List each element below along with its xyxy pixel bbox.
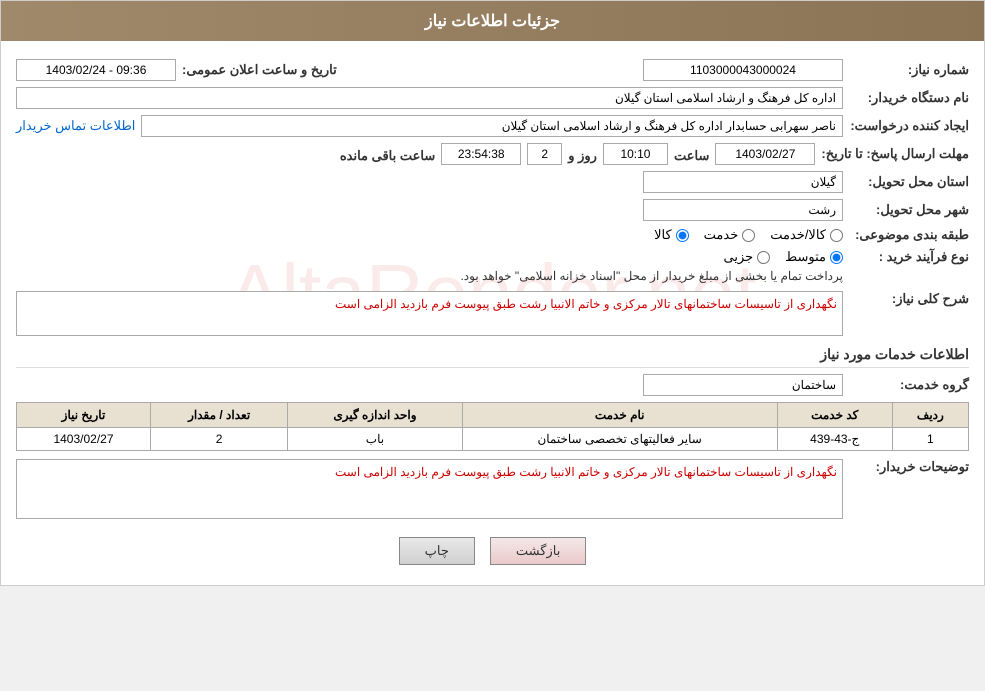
category-label-kala: کالا — [654, 227, 672, 243]
deadline-time: 10:10 — [603, 143, 668, 165]
purchase-type-option-motavasset[interactable]: متوسط — [785, 249, 843, 265]
purchase-type-label-motavasset: متوسط — [785, 249, 826, 265]
deadline-days-label: روز و — [568, 145, 597, 164]
purchase-type-radio-jozi[interactable] — [757, 251, 770, 264]
category-option-kala-khedmat[interactable]: کالا/خدمت — [770, 227, 843, 243]
creator-value: ناصر سهرابی حسابدار اداره کل فرهنگ و ارش… — [141, 115, 843, 137]
need-number-value: 1103000043000024 — [643, 59, 843, 81]
creator-label: ایجاد کننده درخواست: — [849, 118, 969, 134]
col-header-unit: واحد اندازه گیری — [288, 403, 462, 428]
description-label: شرح کلی نیاز: — [849, 291, 969, 307]
purchase-type-label-jozi: جزیی — [723, 249, 753, 265]
purchase-type-radio-motavasset[interactable] — [830, 251, 843, 264]
city-label: شهر محل تحویل: — [849, 202, 969, 218]
buyer-desc-label: توضیحات خریدار: — [849, 459, 969, 475]
city-value: رشت — [643, 199, 843, 221]
buttons-row: بازگشت چاپ — [16, 537, 969, 565]
col-header-code: کد خدمت — [777, 403, 892, 428]
table-row: 1 ج-43-439 سایر فعالیتهای تخصصی ساختمان … — [17, 428, 969, 451]
back-button[interactable]: بازگشت — [490, 537, 586, 565]
cell-qty: 2 — [150, 428, 287, 451]
category-radio-kala-khedmat[interactable] — [830, 229, 843, 242]
category-option-khedmat[interactable]: خدمت — [704, 227, 756, 243]
services-table: ردیف کد خدمت نام خدمت واحد اندازه گیری ت… — [16, 402, 969, 451]
deadline-label: مهلت ارسال پاسخ: تا تاریخ: — [821, 146, 969, 162]
publish-value: 1403/02/24 - 09:36 — [16, 59, 176, 81]
purchase-notice: پرداخت تمام یا بخشی از مبلغ خریدار از مح… — [460, 269, 843, 283]
category-label-khedmat: خدمت — [704, 227, 739, 243]
category-label-kala-khedmat: کالا/خدمت — [770, 227, 826, 243]
deadline-remaining-label: ساعت باقی مانده — [340, 145, 435, 164]
page-title: جزئیات اطلاعات نیاز — [425, 13, 560, 30]
creator-contact-link[interactable]: اطلاعات تماس خریدار — [16, 118, 135, 134]
province-value: گیلان — [643, 171, 843, 193]
col-header-name: نام خدمت — [462, 403, 777, 428]
buyer-value: اداره کل فرهنگ و ارشاد اسلامی استان گیلا… — [16, 87, 843, 109]
cell-name: سایر فعالیتهای تخصصی ساختمان — [462, 428, 777, 451]
category-label: طبقه بندی موضوعی: — [849, 227, 969, 243]
deadline-days: 2 — [527, 143, 562, 165]
purchase-type-option-jozi[interactable]: جزیی — [723, 249, 770, 265]
deadline-remaining: 23:54:38 — [441, 143, 521, 165]
category-radio-kala[interactable] — [676, 229, 689, 242]
service-group-label: گروه خدمت: — [849, 377, 969, 393]
buyer-desc-textarea[interactable] — [16, 459, 843, 519]
province-label: استان محل تحویل: — [849, 174, 969, 190]
cell-code: ج-43-439 — [777, 428, 892, 451]
page-header: جزئیات اطلاعات نیاز — [1, 1, 984, 41]
col-header-date: تاریخ نیاز — [17, 403, 151, 428]
category-radio-group: کالا/خدمت خدمت کالا — [654, 227, 843, 243]
col-header-row: ردیف — [892, 403, 968, 428]
buyer-label: نام دستگاه خریدار: — [849, 90, 969, 106]
cell-date: 1403/02/27 — [17, 428, 151, 451]
deadline-date: 1403/02/27 — [715, 143, 815, 165]
publish-label: تاریخ و ساعت اعلان عمومی: — [182, 62, 337, 78]
purchase-type-radio-group: متوسط جزیی — [460, 249, 843, 265]
cell-unit: باب — [288, 428, 462, 451]
description-value: نگهداری از تاسیسات ساختمانهای تالار مرکز… — [16, 291, 843, 336]
service-group-value: ساختمان — [643, 374, 843, 396]
col-header-qty: تعداد / مقدار — [150, 403, 287, 428]
category-option-kala[interactable]: کالا — [654, 227, 689, 243]
deadline-time-label: ساعت — [674, 145, 709, 164]
print-button[interactable]: چاپ — [399, 537, 475, 565]
purchase-type-label: نوع فرآیند خرید : — [849, 249, 969, 265]
cell-row: 1 — [892, 428, 968, 451]
need-number-label: شماره نیاز: — [849, 62, 969, 78]
services-section-title: اطلاعات خدمات مورد نیاز — [16, 346, 969, 368]
category-radio-khedmat[interactable] — [742, 229, 755, 242]
